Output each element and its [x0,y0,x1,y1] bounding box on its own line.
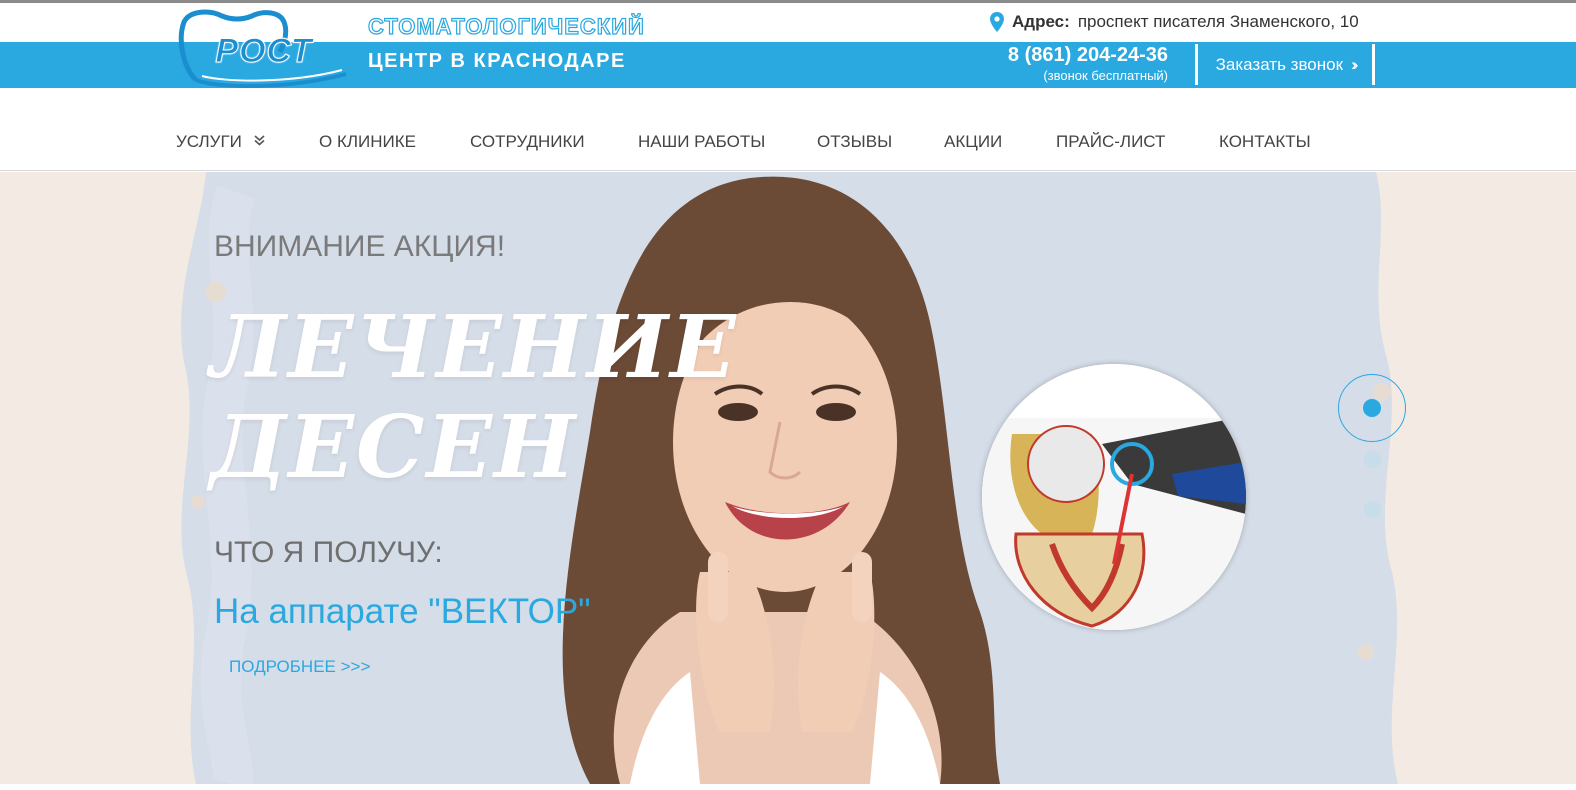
nav-item-label: Отзывы [817,132,893,151]
nav-item-label: Услуги [176,132,242,151]
double-chevron-right-icon: ›› [1351,54,1359,74]
phone-number[interactable]: 8 (861) 204-24-36 [988,44,1168,67]
address-value: проспект писателя Знаменского, 10 [1077,12,1359,31]
page-bottom-strip [0,784,1576,790]
double-chevron-down-icon [254,135,265,149]
top-border [0,0,1576,3]
logo-text: РОСТ [215,32,313,71]
promo-device: На аппарате "ВЕКТОР" [214,592,591,631]
address: Адрес: проспект писателя Знаменского, 10 [990,12,1359,32]
nav-item-label: Акции [944,132,1003,151]
map-pin-icon [990,12,1004,32]
nav-item-label: О клинике [319,132,416,151]
slider-dot-3[interactable] [1364,501,1381,518]
site-logo[interactable]: РОСТ [176,8,352,90]
tagline-line2: ЦЕНТР В КРАСНОДАРЕ [368,50,626,72]
nav-item-price-list[interactable]: Прайс-лист [1056,132,1165,152]
more-link[interactable]: ПОДРОБНЕЕ >>> [229,657,370,677]
main-nav: Услуги О клинике Сотрудники Наши работы … [0,88,1576,171]
nav-item-works[interactable]: Наши работы [638,132,765,152]
phone-note: (звонок бесплатный) [1043,68,1168,83]
device-illustration [982,364,1246,630]
phone-block: 8 (861) 204-24-36 (звонок бесплатный) [988,44,1168,83]
tagline-line1: СТОМАТОЛОГИЧЕСКИЙ [367,13,645,39]
slider-dot-2[interactable] [1364,451,1381,468]
nav-item-label: Прайс-лист [1056,132,1166,151]
nav-item-services[interactable]: Услуги [176,132,265,152]
slider-dot-active-indicator [1363,399,1381,417]
promo-kicker: ВНИМАНИЕ АКЦИЯ! [214,230,506,263]
slider-dot-1[interactable] [1338,374,1406,442]
hero-slider: ВНИМАНИЕ АКЦИЯ! ЛЕЧЕНИЕ ДЕСЕН ЧТО Я ПОЛУ… [0,172,1576,784]
promo-title-line1: ЛЕЧЕНИЕ [210,297,738,398]
callback-button[interactable]: Заказать звонок ›› [1195,44,1375,85]
promo-title: ЛЕЧЕНИЕ ДЕСЕН [210,297,738,498]
nav-item-label: Контакты [1219,132,1311,151]
nav-item-staff[interactable]: Сотрудники [470,132,585,152]
nav-item-contacts[interactable]: Контакты [1219,132,1311,152]
callback-label: Заказать звонок [1215,54,1344,74]
nav-item-reviews[interactable]: Отзывы [817,132,892,152]
nav-item-label: Наши работы [638,132,766,151]
nav-item-promotions[interactable]: Акции [944,132,1002,152]
promo-subtitle: ЧТО Я ПОЛУЧУ: [214,536,443,569]
page: РОСТ СТОМАТОЛОГИЧЕСКИЙ ЦЕНТР В КРАСНОДАР… [0,0,1576,790]
nav-item-about[interactable]: О клинике [319,132,416,152]
promo-title-line2: ДЕСЕН [210,397,578,498]
address-label: Адрес: [1012,12,1070,31]
nav-item-label: Сотрудники [470,132,585,151]
